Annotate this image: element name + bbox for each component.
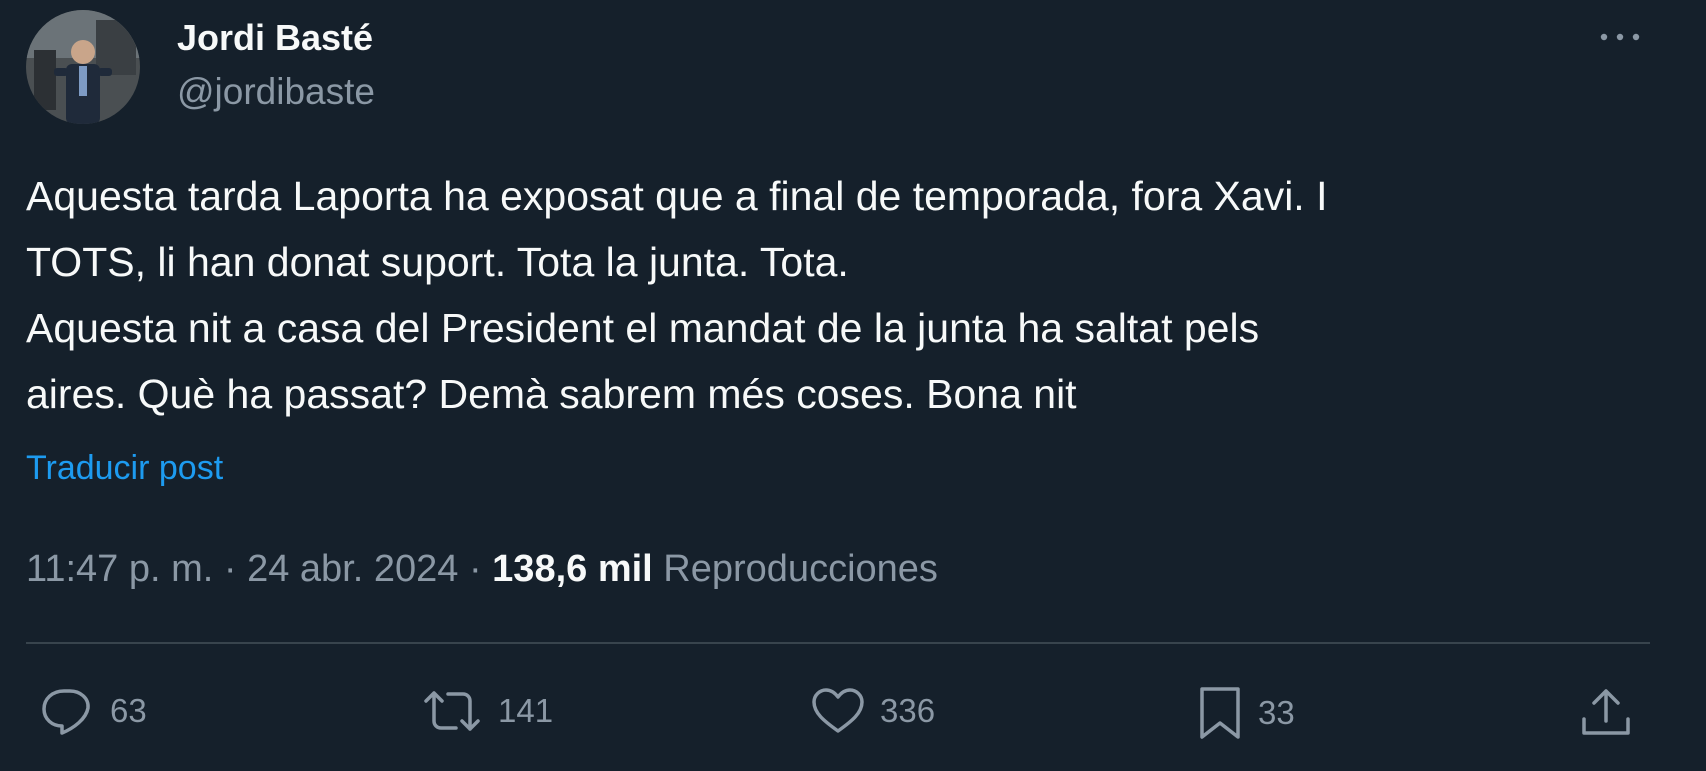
author-names: Jordi Basté @jordibaste [177, 15, 375, 115]
tweet-text-line: Aquesta tarda Laporta ha exposat que a f… [26, 173, 1328, 219]
reply-count: 63 [110, 692, 147, 729]
bookmark-count: 33 [1258, 694, 1295, 731]
reply-icon [42, 689, 90, 735]
like-count: 336 [880, 692, 936, 729]
heart-icon [812, 688, 864, 733]
tweet-header: Jordi Basté @jordibaste [26, 10, 375, 124]
meta-separator: · [468, 548, 482, 590]
more-options-button[interactable] [1590, 22, 1650, 52]
tweet-time[interactable]: 11:47 p. m. [26, 548, 213, 590]
reply-button[interactable]: 63 [40, 685, 147, 737]
bookmark-button[interactable]: 33 [1196, 685, 1295, 741]
like-button[interactable]: 336 [810, 685, 935, 737]
tweet-text-line: TOTS, li han donat suport. Tota la junta… [26, 239, 849, 285]
tweet-meta: 11:47 p. m. · 24 abr. 2024 · 138,6 mil R… [26, 545, 938, 593]
repost-icon [424, 691, 480, 731]
bookmark-icon [1200, 687, 1240, 739]
user-handle[interactable]: @jordibaste [177, 69, 375, 115]
tweet-text-line: aires. Què ha passat? Demà sabrem més co… [26, 371, 1077, 417]
tweet-card: Jordi Basté @jordibaste Aquesta tarda La… [0, 0, 1706, 771]
avatar-image [26, 10, 140, 124]
avatar[interactable] [26, 10, 140, 124]
repost-button[interactable]: 141 [420, 685, 553, 737]
more-horizontal-icon [1600, 33, 1640, 41]
display-name[interactable]: Jordi Basté [177, 15, 375, 61]
views-count: 138,6 mil [492, 548, 653, 590]
views-label: Reproducciones [663, 548, 938, 590]
share-button[interactable] [1578, 685, 1634, 741]
share-icon [1582, 689, 1630, 735]
repost-count: 141 [498, 692, 554, 729]
divider [26, 642, 1650, 644]
tweet-text: Aquesta tarda Laporta ha exposat que a f… [26, 163, 1666, 427]
tweet-date[interactable]: 24 abr. 2024 [247, 548, 458, 590]
tweet-text-line: Aquesta nit a casa del President el mand… [26, 305, 1260, 351]
translate-post-link[interactable]: Traducir post [26, 446, 223, 490]
meta-separator: · [223, 548, 237, 590]
